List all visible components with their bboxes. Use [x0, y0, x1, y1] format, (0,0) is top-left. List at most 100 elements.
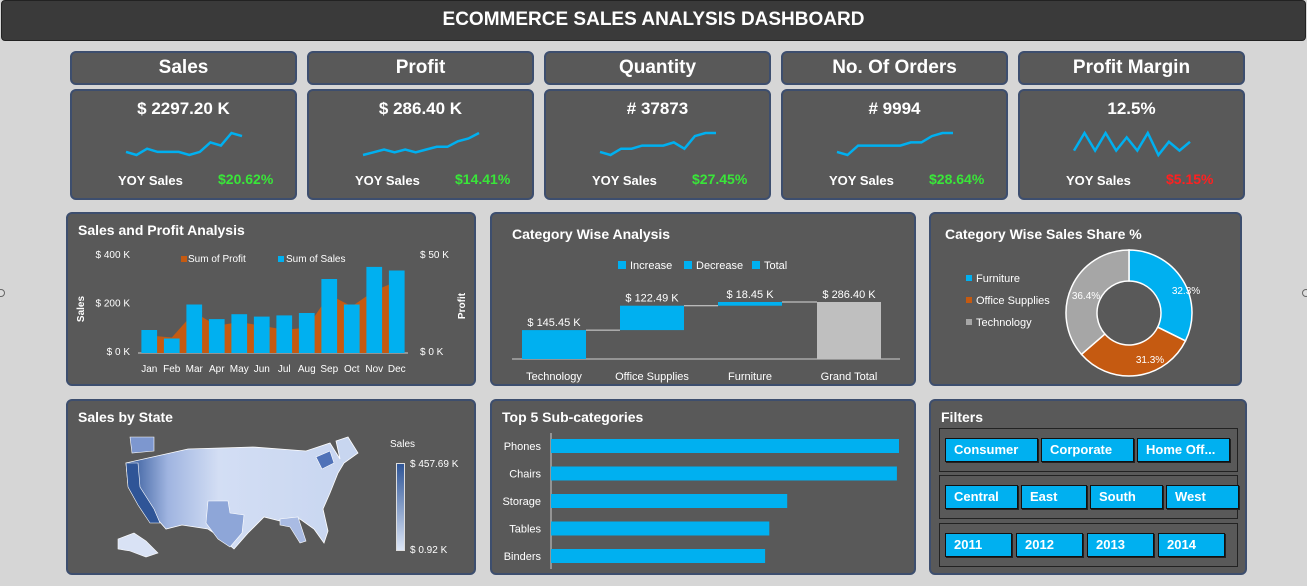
segment-filter-button[interactable]: Consumer [945, 438, 1038, 462]
subcategory-bar [551, 466, 897, 481]
legend-label: Decrease [696, 260, 743, 272]
x-tick-label: Feb [163, 364, 181, 375]
x-tick-label: Sep [320, 364, 338, 375]
legend-label-profit: Sum of Profit [188, 254, 246, 265]
sales-bar [208, 319, 225, 353]
sales-profit-chart: Sum of Profit Sum of Sales $ 400 K $ 200 K $… [76, 250, 468, 375]
kpi-value: # 37873 [626, 99, 689, 118]
kpi-sparkline [836, 131, 953, 157]
subcategory-label: Tables [509, 524, 541, 536]
category-analysis-panel: Category Wise Analysis Increase Decrease T… [490, 212, 916, 386]
legend-label: Office Supplies [976, 295, 1050, 307]
filters-panel: Filters Consumer Corporate Home Off... Cent… [929, 399, 1247, 575]
subcategory-label: Storage [502, 496, 541, 508]
x-tick-label: Office Supplies [615, 371, 689, 383]
kpi-yoy-label: YOY Sales [118, 173, 183, 188]
year-slicer: 2011 2012 2013 2014 [939, 523, 1238, 567]
waterfall-value-label: $ 145.45 K [527, 317, 581, 329]
kpi-sparkline-line [599, 131, 716, 157]
kpi-yoy-value: $27.45% [692, 171, 748, 187]
year-filter-button[interactable]: 2014 [1158, 533, 1225, 557]
kpi-yoy-value: $14.41% [455, 171, 511, 187]
year-filter-button[interactable]: 2011 [945, 533, 1012, 557]
y-axis-title: Sales [76, 295, 87, 322]
y-tick-label: $ 200 K [96, 299, 131, 310]
kpi-yoy-label: YOY Sales [1066, 173, 1131, 188]
segment-filter-button[interactable]: Corporate [1041, 438, 1134, 462]
sales-bar [366, 266, 383, 353]
legend-swatch [752, 261, 760, 269]
kpi-card-3: # 9994 YOY Sales $28.64% [781, 89, 1008, 200]
x-tick-label: Apr [209, 364, 225, 375]
x-tick-label: Oct [344, 364, 360, 375]
kpi-card-2: # 37873 YOY Sales $27.45% [544, 89, 771, 200]
resize-handle-right[interactable] [1302, 289, 1307, 297]
sales-profit-panel: Sales and Profit Analysis Sum of Profit S… [66, 212, 476, 386]
top-subcategories-chart: Phones Chairs Storage Tables Binders [502, 433, 899, 569]
donut-value-label: 31.3% [1136, 355, 1164, 366]
profit-area [149, 281, 397, 353]
resize-handle-left[interactable] [0, 289, 5, 297]
y-tick-label: $ 0 K [107, 347, 131, 358]
waterfall-value-label: $ 18.45 K [726, 289, 774, 301]
kpi-sparkline-line [1072, 130, 1191, 158]
legend-swatch-profit [181, 256, 187, 262]
state-legend-gradient [396, 463, 405, 551]
legend-swatch [966, 319, 972, 325]
sales-bar [141, 330, 158, 353]
y2-tick-label: $ 50 K [420, 250, 449, 261]
washington-shape [129, 436, 155, 454]
dashboard-title: ECOMMERCE SALES ANALYSIS DASHBOARD [1, 0, 1306, 41]
sales-bar [321, 279, 338, 353]
sales-share-panel: Category Wise Sales Share % Furniture Off… [929, 212, 1242, 386]
kpi-value: $ 286.40 K [378, 99, 463, 118]
legend-label: Furniture [976, 273, 1020, 285]
waterfall-value-label: $ 286.40 K [822, 289, 876, 301]
kpi-yoy-label: YOY Sales [829, 173, 894, 188]
legend-swatch-sales [278, 256, 284, 262]
top-subcategories-panel: Top 5 Sub-categories Phones Chairs Storage… [490, 399, 916, 575]
state-legend-title: Sales [390, 439, 416, 450]
sales-bar [298, 313, 315, 353]
kpi-sparkline [362, 131, 480, 157]
year-filter-button[interactable]: 2013 [1087, 533, 1154, 557]
us-state-map [117, 436, 359, 558]
waterfall-value-label: $ 122.49 K [625, 293, 679, 305]
kpi-sparkline [599, 131, 716, 157]
region-slicer: Central East South West [939, 475, 1239, 519]
legend-swatch [618, 261, 626, 269]
region-filter-button[interactable]: South [1090, 485, 1163, 509]
kpi-sparkline-line [836, 131, 953, 157]
x-tick-label: Jan [141, 364, 157, 375]
sales-bar [276, 315, 293, 353]
sales-bar [253, 316, 270, 353]
kpi-value: $ 2297.20 K [137, 99, 230, 118]
x-tick-label: Technology [526, 371, 582, 383]
kpi-sparkline [1072, 130, 1191, 158]
x-tick-label: Jul [278, 364, 291, 375]
y2-tick-label: $ 0 K [420, 347, 444, 358]
kpi-yoy-value: $20.62% [218, 171, 274, 187]
region-filter-button[interactable]: East [1021, 485, 1087, 509]
state-legend-min: $ 0.92 K [410, 545, 448, 556]
x-tick-label: Aug [298, 364, 316, 375]
kpi-card-4: 12.5% YOY Sales $5.15% [1018, 89, 1245, 200]
segment-filter-button[interactable]: Home Off... [1137, 438, 1230, 462]
region-filter-button[interactable]: Central [945, 485, 1018, 509]
waterfall-bar [620, 305, 684, 331]
region-filter-button[interactable]: West [1166, 485, 1239, 509]
kpi-header-1: Profit [307, 51, 534, 85]
legend-label: Increase [630, 260, 672, 272]
subcategory-bar [551, 494, 788, 508]
subcategory-label: Phones [504, 441, 542, 453]
x-tick-label: Mar [186, 364, 204, 375]
y2-axis-title: Profit [457, 292, 468, 319]
category-waterfall-chart: Increase Decrease Total $ 145.45 K Technolog… [512, 260, 900, 383]
sales-share-donut: Furniture Office Supplies Technology 32.3% 3… [966, 249, 1200, 377]
kpi-header-2: Quantity [544, 51, 771, 85]
year-filter-button[interactable]: 2012 [1016, 533, 1083, 557]
subcategory-bar [551, 521, 770, 536]
sales-bar [343, 304, 360, 353]
subcategory-label: Chairs [509, 469, 541, 481]
x-tick-label: Grand Total [821, 371, 878, 383]
